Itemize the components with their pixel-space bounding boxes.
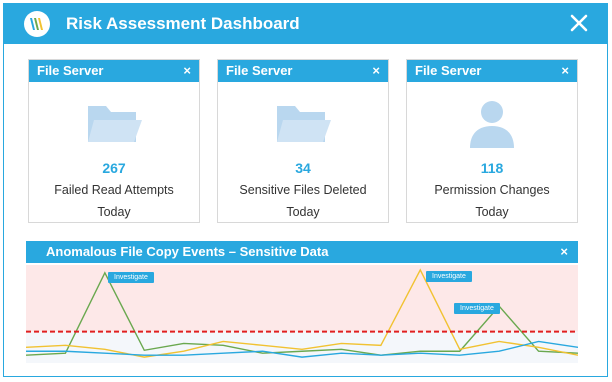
card-header: File Server × bbox=[29, 60, 199, 82]
chart-panel: Anomalous File Copy Events – Sensitive D… bbox=[26, 241, 578, 365]
card-sensitive-files-deleted: File Server × 34 Sensitive Files Deleted… bbox=[217, 59, 389, 223]
chart-close-button[interactable]: × bbox=[560, 244, 568, 259]
investigate-button[interactable]: Investigate bbox=[108, 272, 154, 283]
card-header: File Server × bbox=[218, 60, 388, 82]
card-close-button[interactable]: × bbox=[561, 63, 569, 79]
close-button[interactable] bbox=[565, 9, 593, 37]
card-period: Today bbox=[97, 205, 131, 219]
close-icon bbox=[570, 14, 588, 32]
normal-zone bbox=[26, 331, 578, 363]
card-permission-changes: File Server × 118 Permission Changes Tod… bbox=[406, 59, 578, 223]
app-logo bbox=[24, 11, 50, 37]
logo-icon bbox=[30, 18, 43, 30]
user-icon bbox=[470, 101, 514, 148]
card-period: Today bbox=[286, 205, 320, 219]
card-period: Today bbox=[475, 205, 509, 219]
card-failed-read-attempts: File Server × 267 Failed Read Attempts T… bbox=[28, 59, 200, 223]
card-close-button[interactable]: × bbox=[183, 63, 191, 79]
investigate-button[interactable]: Investigate bbox=[454, 303, 500, 314]
card-header-label: File Server bbox=[226, 63, 293, 78]
card-header-label: File Server bbox=[415, 63, 482, 78]
card-value: 34 bbox=[295, 160, 311, 176]
card-description: Failed Read Attempts bbox=[54, 183, 174, 197]
card-header-label: File Server bbox=[37, 63, 104, 78]
folder-icon bbox=[88, 106, 142, 142]
title-bar: Risk Assessment Dashboard bbox=[4, 4, 607, 44]
card-description: Permission Changes bbox=[434, 183, 550, 197]
card-value: 267 bbox=[102, 160, 126, 176]
folder-icon bbox=[277, 106, 331, 142]
card-close-button[interactable]: × bbox=[372, 63, 380, 79]
card-header: File Server × bbox=[407, 60, 577, 82]
card-description: Sensitive Files Deleted bbox=[239, 183, 367, 197]
investigate-button[interactable]: Investigate bbox=[426, 271, 472, 282]
app-title: Risk Assessment Dashboard bbox=[66, 14, 300, 33]
chart-header: Anomalous File Copy Events – Sensitive D… bbox=[26, 241, 578, 263]
chart-title: Anomalous File Copy Events – Sensitive D… bbox=[46, 244, 329, 259]
card-value: 118 bbox=[480, 160, 504, 176]
